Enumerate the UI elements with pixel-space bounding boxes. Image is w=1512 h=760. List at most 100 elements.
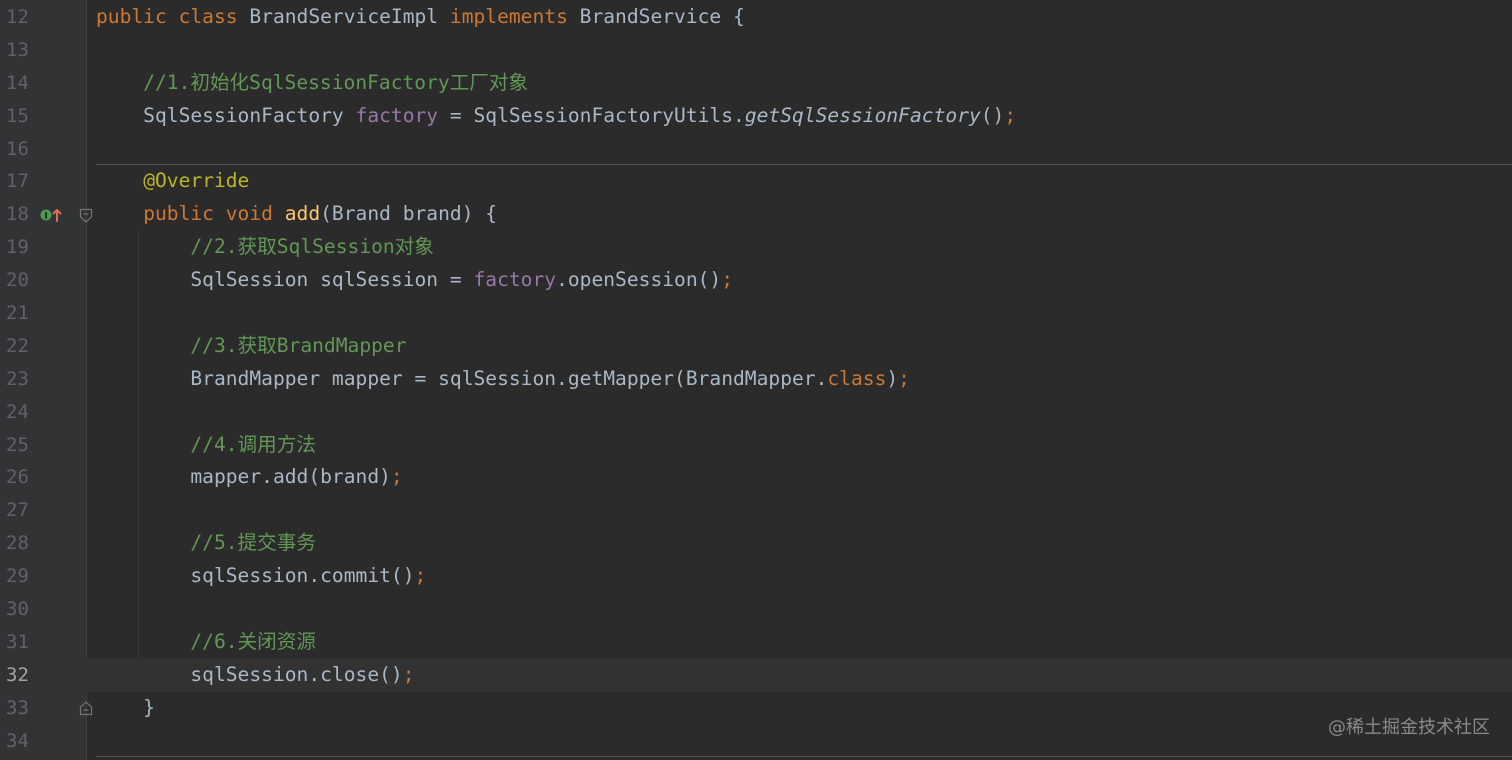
line-number: 15	[6, 104, 29, 127]
line-number: 20	[6, 269, 29, 292]
code-line[interactable]: 30	[0, 593, 1512, 626]
code-line[interactable]: 27	[0, 494, 1512, 527]
code-token: //3.获取BrandMapper	[190, 333, 407, 357]
line-number: 28	[6, 532, 29, 555]
code-line[interactable]: 17 @Override	[0, 165, 1512, 198]
code-token: BrandService {	[579, 5, 745, 28]
code-token: add	[284, 202, 321, 226]
code-text[interactable]: BrandMapper mapper = sqlSession.getMappe…	[96, 363, 1512, 396]
code-token: @Override	[143, 169, 250, 193]
code-token: mapper.add(brand)	[96, 465, 391, 489]
code-token: class	[178, 5, 250, 28]
code-line[interactable]: 14 //1.初始化SqlSessionFactory工厂对象	[0, 67, 1512, 100]
code-text[interactable]: SqlSessionFactory factory = SqlSessionFa…	[96, 100, 1512, 133]
code-editor[interactable]: 12 public class BrandServiceImpl implemen…	[0, 0, 1512, 760]
code-text[interactable]	[96, 297, 1512, 330]
code-text[interactable]	[96, 34, 1512, 67]
code-token: .openSession()	[556, 268, 722, 292]
implements-method-icon[interactable]: I	[40, 207, 64, 223]
code-text[interactable]	[96, 725, 1512, 758]
code-token: public	[143, 202, 226, 226]
fold-open-icon[interactable]	[79, 208, 93, 224]
code-text[interactable]: //5.提交事务	[96, 527, 1512, 560]
code-text[interactable]: //3.获取BrandMapper	[96, 330, 1512, 363]
line-number: 18	[6, 203, 29, 226]
code-line[interactable]: 23 BrandMapper mapper = sqlSession.getMa…	[0, 363, 1512, 396]
code-text[interactable]: @Override	[96, 165, 1512, 198]
line-number: 31	[6, 630, 29, 653]
code-line[interactable]: 12 public class BrandServiceImpl implemen…	[0, 1, 1512, 34]
code-text[interactable]: sqlSession.close();	[96, 658, 1512, 692]
code-token: ()	[980, 103, 1005, 127]
code-text[interactable]: //6.关闭资源	[96, 626, 1512, 659]
line-number: 12	[6, 6, 29, 28]
code-token: //4.调用方法	[190, 432, 316, 456]
line-number: 29	[6, 565, 29, 588]
code-token: SqlSession sqlSession =	[96, 268, 474, 292]
code-line[interactable]: 19 //2.获取SqlSession对象	[0, 231, 1512, 264]
code-line[interactable]: 21	[0, 297, 1512, 330]
code-text[interactable]: SqlSession sqlSession = factory.openSess…	[96, 264, 1512, 297]
line-number: 33	[6, 696, 29, 719]
code-line[interactable]: 15 SqlSessionFactory factory = SqlSessio…	[0, 100, 1512, 133]
code-token: SqlSessionFactory	[96, 103, 356, 127]
line-number: 32	[6, 663, 29, 686]
line-number: 24	[6, 400, 29, 423]
code-token: //5.提交事务	[190, 531, 316, 555]
code-token: ;	[1004, 103, 1017, 127]
code-text[interactable]: //4.调用方法	[96, 429, 1512, 462]
code-text[interactable]	[96, 494, 1512, 527]
code-token: void	[225, 202, 285, 226]
fold-close-icon[interactable]	[79, 700, 93, 716]
code-token: (Brand brand) {	[320, 202, 498, 226]
code-token: getSqlSessionFactory	[744, 103, 981, 127]
line-number: 17	[6, 170, 29, 193]
line-number: 26	[6, 466, 29, 489]
code-line[interactable]: 24	[0, 396, 1512, 429]
code-token: )	[886, 366, 899, 390]
code-token: factory	[473, 268, 557, 292]
line-number: 27	[6, 499, 29, 522]
code-line[interactable]: 16	[0, 133, 1512, 166]
code-token: ;	[414, 564, 427, 588]
code-line[interactable]: 33 }	[0, 692, 1512, 725]
code-token: public	[96, 5, 179, 28]
code-text[interactable]: //2.获取SqlSession对象	[96, 231, 1512, 264]
code-text[interactable]: }	[96, 692, 1512, 725]
code-lines[interactable]: 12 public class BrandServiceImpl implemen…	[0, 1, 1512, 757]
code-text[interactable]	[96, 593, 1512, 626]
code-token: //1.初始化SqlSessionFactory工厂对象	[143, 70, 529, 94]
code-text[interactable]: sqlSession.commit();	[96, 560, 1512, 593]
code-text[interactable]: //1.初始化SqlSessionFactory工厂对象	[96, 67, 1512, 100]
line-number: 21	[6, 302, 29, 325]
code-token: ;	[898, 366, 910, 390]
code-line[interactable]: 32 sqlSession.close();	[0, 658, 1512, 692]
code-line[interactable]: 26 mapper.add(brand);	[0, 461, 1512, 494]
code-line[interactable]: 20 SqlSession sqlSession = factory.openS…	[0, 264, 1512, 297]
code-token: class	[827, 366, 887, 390]
code-text[interactable]: public class BrandServiceImpl implements…	[96, 1, 1512, 34]
code-token: //2.获取SqlSession对象	[190, 235, 434, 259]
code-token: BrandServiceImpl	[249, 5, 450, 28]
code-line[interactable]: 25 //4.调用方法	[0, 429, 1512, 462]
code-text[interactable]: mapper.add(brand);	[96, 461, 1512, 494]
code-text[interactable]	[96, 133, 1512, 166]
line-number: 16	[6, 137, 29, 160]
code-line[interactable]: 22 //3.获取BrandMapper	[0, 330, 1512, 363]
code-line[interactable]: 29 sqlSession.commit();	[0, 560, 1512, 593]
code-text[interactable]	[96, 396, 1512, 429]
code-line[interactable]: 18 public void add(Brand brand) {	[0, 198, 1512, 231]
code-line[interactable]: 31 //6.关闭资源	[0, 626, 1512, 659]
code-token: implements	[449, 5, 580, 28]
code-token: }	[96, 695, 155, 719]
code-line[interactable]: 34	[0, 725, 1512, 758]
watermark: @稀土掘金技术社区	[1328, 717, 1490, 738]
code-text[interactable]: public void add(Brand brand) {	[96, 198, 1512, 231]
code-line[interactable]: 13	[0, 34, 1512, 67]
code-line[interactable]: 28 //5.提交事务	[0, 527, 1512, 560]
